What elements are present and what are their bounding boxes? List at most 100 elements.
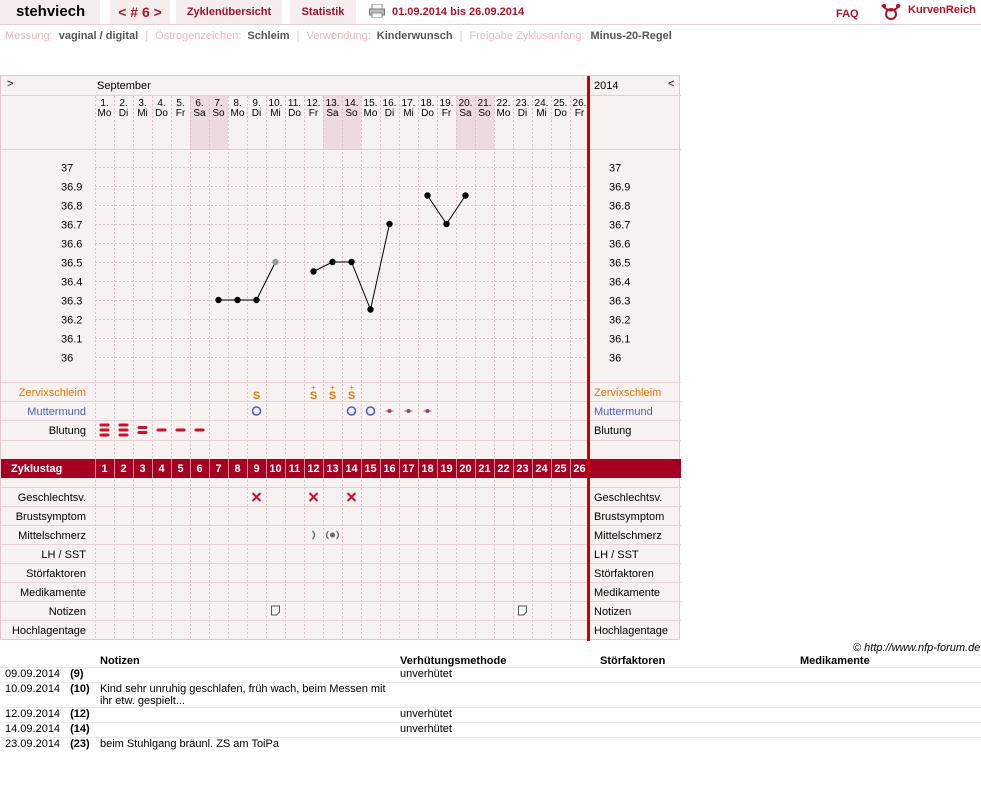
year-label: 2014 — [594, 80, 619, 92]
notes-date-value: 12.09.2014 — [5, 708, 61, 720]
notes-header-notes: Notizen — [100, 654, 140, 667]
notes-date: 12.09.2014 (12) — [0, 707, 95, 723]
weekday-label: Di — [518, 108, 527, 119]
cycle-day-number: 26 — [573, 463, 585, 475]
notes-medikamente — [795, 722, 981, 738]
weekday-label: Fr — [575, 108, 585, 119]
muttermund-closed — [406, 409, 411, 413]
username[interactable]: stehviech — [0, 0, 100, 24]
temp-tick-left: 36.1 — [61, 334, 82, 346]
zervix-plus: + — [349, 383, 354, 392]
cycle-chart: 37 37 36.9 36.9 36.8 36.8 36.7 36.7 36.6 36.6 36.5… — [0, 75, 681, 641]
print-icon[interactable] — [369, 4, 385, 18]
row-label-left: Blutung — [49, 425, 86, 437]
weekday-label: Do — [554, 108, 567, 119]
temp-tick-left: 36.6 — [61, 239, 82, 251]
temp-point — [367, 306, 374, 313]
zervix-plus: + — [330, 383, 335, 392]
cycle-day-number: 10 — [269, 463, 281, 475]
mittelschmerz-mark — [330, 532, 335, 538]
temp-tick-left: 36.4 — [61, 277, 82, 289]
notes-cycle-day: (23) — [70, 738, 90, 750]
temp-tick-right: 36.1 — [609, 334, 630, 346]
temp-point — [348, 258, 355, 266]
meta-key-estrogen: Östrogenzeichen: — [155, 30, 242, 42]
mittelschmerz-mark — [336, 530, 340, 540]
tab-cycle-overview[interactable]: Zyklenübersicht — [176, 0, 282, 24]
cycle-day-number: 6 — [196, 463, 202, 475]
faq-link[interactable]: FAQ — [836, 8, 859, 20]
cycle-navigation[interactable]: < # 6 > — [110, 0, 170, 24]
cycle-day-number: 8 — [234, 463, 240, 475]
row-label-left: Medikamente — [20, 587, 86, 599]
weekday-label: Di — [119, 108, 128, 119]
cycle-day-number: 2 — [120, 463, 126, 475]
temp-tick-right: 36.2 — [609, 315, 630, 327]
muttermund-closed — [387, 409, 392, 413]
row-label-left: Störfaktoren — [26, 568, 86, 580]
notes-table: Notizen Verhütungsmethode Störfaktoren M… — [0, 654, 981, 752]
weekday-label: Di — [252, 108, 261, 119]
bleeding-mark — [194, 428, 205, 432]
weekday-label: Mi — [536, 108, 547, 119]
notes-row: 10.09.2014 (10) Kind sehr unruhig geschlaf… — [0, 682, 981, 708]
note-icon[interactable] — [271, 605, 280, 616]
notes-date-value: 14.09.2014 — [5, 723, 61, 735]
row-label-right: Medikamente — [594, 587, 660, 599]
weekday-label: Mo — [497, 108, 511, 119]
notes-header-method: Verhütungsmethode — [400, 654, 507, 667]
row-label-left: LH / SST — [41, 549, 86, 561]
weekday-label: Sa — [459, 108, 472, 119]
notes-date-value: 23.09.2014 — [5, 738, 61, 750]
weekday-label: Mo — [364, 108, 378, 119]
temp-point — [424, 192, 431, 199]
bleeding-mark — [99, 433, 110, 437]
cycle-day-number: 15 — [364, 463, 376, 475]
cycle-day-number: 20 — [459, 463, 471, 475]
meta-key-measurement: Messung: — [5, 30, 53, 42]
cycle-day-number: 1 — [101, 463, 107, 475]
meta-value-estrogen: Schleim — [247, 30, 290, 42]
notes-stoerfaktoren — [595, 682, 795, 708]
weekday-label: So — [478, 108, 491, 119]
temp-point — [215, 296, 222, 304]
temp-point — [253, 296, 260, 304]
cycle-day-number: 12 — [307, 463, 319, 475]
logo-icon — [881, 4, 901, 20]
notes-cycle-day: (10) — [70, 683, 90, 695]
row-label-right: Zervixschleim — [594, 387, 661, 399]
temp-point — [386, 220, 393, 228]
logo-text: KurvenReich — [908, 4, 976, 16]
cycle-day-number: 22 — [497, 463, 509, 475]
notes-row: 14.09.2014 (14) unverhütet — [0, 722, 981, 738]
notes-medikamente — [795, 737, 981, 752]
chart-nav-prev[interactable]: > — [7, 78, 13, 90]
meta-key-usage: Verwendung: — [306, 30, 371, 42]
chart-nav-next[interactable]: < — [668, 78, 674, 90]
notes-stoerfaktoren — [595, 722, 795, 738]
temp-curve-segment — [313, 223, 390, 312]
notes-cycle-day: (12) — [70, 708, 90, 720]
cycle-day-number: 13 — [326, 463, 338, 475]
weekday-label: Mi — [137, 108, 148, 119]
cycle-day-number: 25 — [554, 463, 566, 475]
notes-date: 23.09.2014 (23) — [0, 737, 95, 752]
row-label-right: Blutung — [594, 425, 631, 437]
measurement-info: Messung: vaginal / digital | Östrogenzeic… — [5, 30, 672, 42]
notes-stoerfaktoren — [595, 707, 795, 723]
row-label-right: Brustsymptom — [594, 511, 664, 523]
notes-text: beim Stuhlgang bräunl. ZS am ToiPa — [95, 737, 395, 752]
temp-point — [272, 258, 279, 266]
weekday-label: Sa — [326, 108, 339, 119]
tab-statistics[interactable]: Statistik — [290, 0, 356, 24]
temp-tick-right: 36.6 — [609, 239, 630, 251]
notes-row: 23.09.2014 (23) beim Stuhlgang bräunl. ZS … — [0, 737, 981, 752]
kurvenreich-logo[interactable]: KurvenReich — [880, 2, 980, 22]
note-icon[interactable] — [518, 605, 527, 616]
weekday-label: Do — [421, 108, 434, 119]
temp-tick-left: 36 — [61, 353, 73, 365]
row-label-left: Hochlagentage — [12, 625, 86, 637]
mittelschmerz-mark — [311, 530, 316, 540]
temp-tick-right: 36 — [609, 353, 621, 365]
notes-date: 14.09.2014 (14) — [0, 722, 95, 738]
